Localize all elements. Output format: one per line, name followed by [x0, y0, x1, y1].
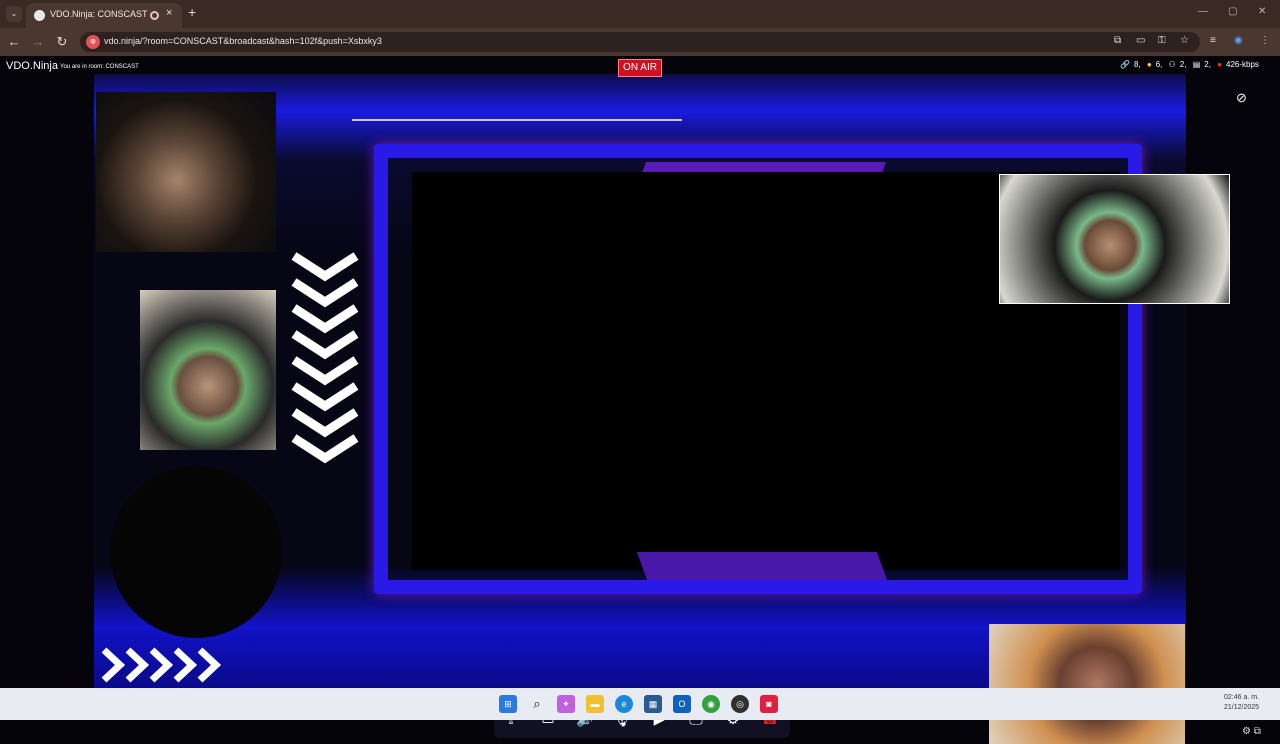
- site-info-icon[interactable]: ◎: [86, 35, 100, 49]
- bulbs-count: 6,: [1155, 60, 1163, 69]
- store-icon[interactable]: ▦: [644, 695, 662, 713]
- vdo-ninja-brand: VDO.Ninja: [6, 60, 58, 72]
- windows-taskbar: ⊞ ⌕ ✦ ▬ e ▦ O ◉ ◎ ◙: [0, 688, 1280, 720]
- overlay-guest-video-top-left: [96, 92, 276, 252]
- overlay-guest-video-mid-left: [140, 290, 276, 450]
- connection-stats: 🔗 8, ● 6, ⚇ 2, ▤ 2, ● 426-kbps: [1120, 60, 1263, 74]
- on-air-badge: ON AIR: [618, 59, 662, 77]
- obs-icon[interactable]: ◎: [731, 695, 749, 713]
- translate-icon[interactable]: ⧉: [1114, 35, 1121, 46]
- guest-video-bottom-right[interactable]: [989, 624, 1185, 744]
- bookmark-star-icon[interactable]: ☆: [1180, 35, 1189, 46]
- start-windows-icon[interactable]: ⊞: [499, 695, 517, 713]
- tab-title: VDO.Ninja: CONSCAST: [50, 9, 148, 19]
- tabs-icon: ▤: [1192, 60, 1201, 69]
- clock-time: 02:46 a. m.: [1224, 694, 1260, 701]
- address-bar[interactable]: ◎ vdo.ninja/?room=CONSCAST&broadcast&has…: [80, 32, 1200, 52]
- clock-date: 21/12/2025: [1224, 704, 1260, 711]
- recording-icon: [150, 11, 159, 20]
- vdo-ninja-favicon-icon: [34, 10, 45, 21]
- outlook-icon[interactable]: O: [673, 695, 691, 713]
- room-label: You are in room: CONSCAST: [60, 64, 139, 70]
- url-text[interactable]: vdo.ninja/?room=CONSCAST&broadcast&hash=…: [104, 36, 382, 46]
- forward-button[interactable]: →: [30, 34, 46, 49]
- profile-avatar-icon[interactable]: ◉: [1234, 35, 1243, 46]
- tabs-count: 2,: [1204, 60, 1211, 69]
- layout-controls-icons[interactable]: ⚙ ⧉: [1242, 726, 1261, 737]
- link-icon: 🔗: [1120, 60, 1130, 69]
- cast-icon[interactable]: ▭: [1136, 35, 1145, 46]
- file-explorer-icon[interactable]: ▬: [586, 695, 604, 713]
- browser-toolbar: ← → ↻ ◎ vdo.ninja/?room=CONSCAST&broadca…: [0, 28, 1280, 56]
- back-button[interactable]: ←: [6, 34, 22, 49]
- vdo-ninja-app: ⇪ ▭ 🔊 🎙 ▶ 🖵 ⚙ ☎ ⚙ ⧉: [0, 56, 1280, 744]
- broadcast-stage: [94, 74, 1186, 688]
- browser-tab[interactable]: VDO.Ninja: CONSCAST ×: [26, 3, 182, 28]
- overlay-frame-bottom-tab: [636, 552, 888, 580]
- live-dot-icon: ●: [1217, 60, 1223, 69]
- overlay-chevrons-decoration: [291, 252, 359, 464]
- bitrate: 426-kbps: [1226, 60, 1259, 69]
- hide-eye-icon[interactable]: ⊘: [1236, 90, 1247, 106]
- edge-browser-icon[interactable]: e: [615, 695, 633, 713]
- system-clock[interactable]: 02:46 a. m. 21/12/2025: [1224, 693, 1259, 713]
- minimize-button[interactable]: —: [1198, 6, 1208, 17]
- browser-tab-bar: ⌄ VDO.Ninja: CONSCAST × + — ▢ ✕: [0, 0, 1280, 28]
- menu-dots-icon[interactable]: ⋮: [1260, 35, 1270, 46]
- links-count: 8,: [1133, 60, 1141, 69]
- reload-button[interactable]: ↻: [54, 34, 70, 50]
- password-key-icon[interactable]: ⚿: [1158, 35, 1166, 46]
- overlay-circle-placeholder: [110, 466, 282, 638]
- viewers-icon: ⚇: [1168, 60, 1176, 69]
- new-tab-button[interactable]: +: [188, 4, 196, 20]
- tab-close-icon[interactable]: ×: [166, 7, 172, 19]
- overlay-bottom-chevrons: [101, 647, 222, 683]
- copilot-icon[interactable]: ✦: [557, 695, 575, 713]
- app-red-icon[interactable]: ◙: [760, 695, 778, 713]
- close-window-button[interactable]: ✕: [1258, 6, 1266, 17]
- tab-search-button[interactable]: ⌄: [6, 6, 22, 22]
- search-icon[interactable]: ⌕: [528, 695, 546, 713]
- chrome-icon[interactable]: ◉: [702, 695, 720, 713]
- maximize-button[interactable]: ▢: [1228, 6, 1237, 17]
- bulb-icon: ●: [1146, 60, 1152, 69]
- viewers-count: 2,: [1179, 60, 1187, 69]
- media-control-icon[interactable]: ≡: [1210, 35, 1216, 46]
- guest-video-top-right[interactable]: [999, 174, 1230, 304]
